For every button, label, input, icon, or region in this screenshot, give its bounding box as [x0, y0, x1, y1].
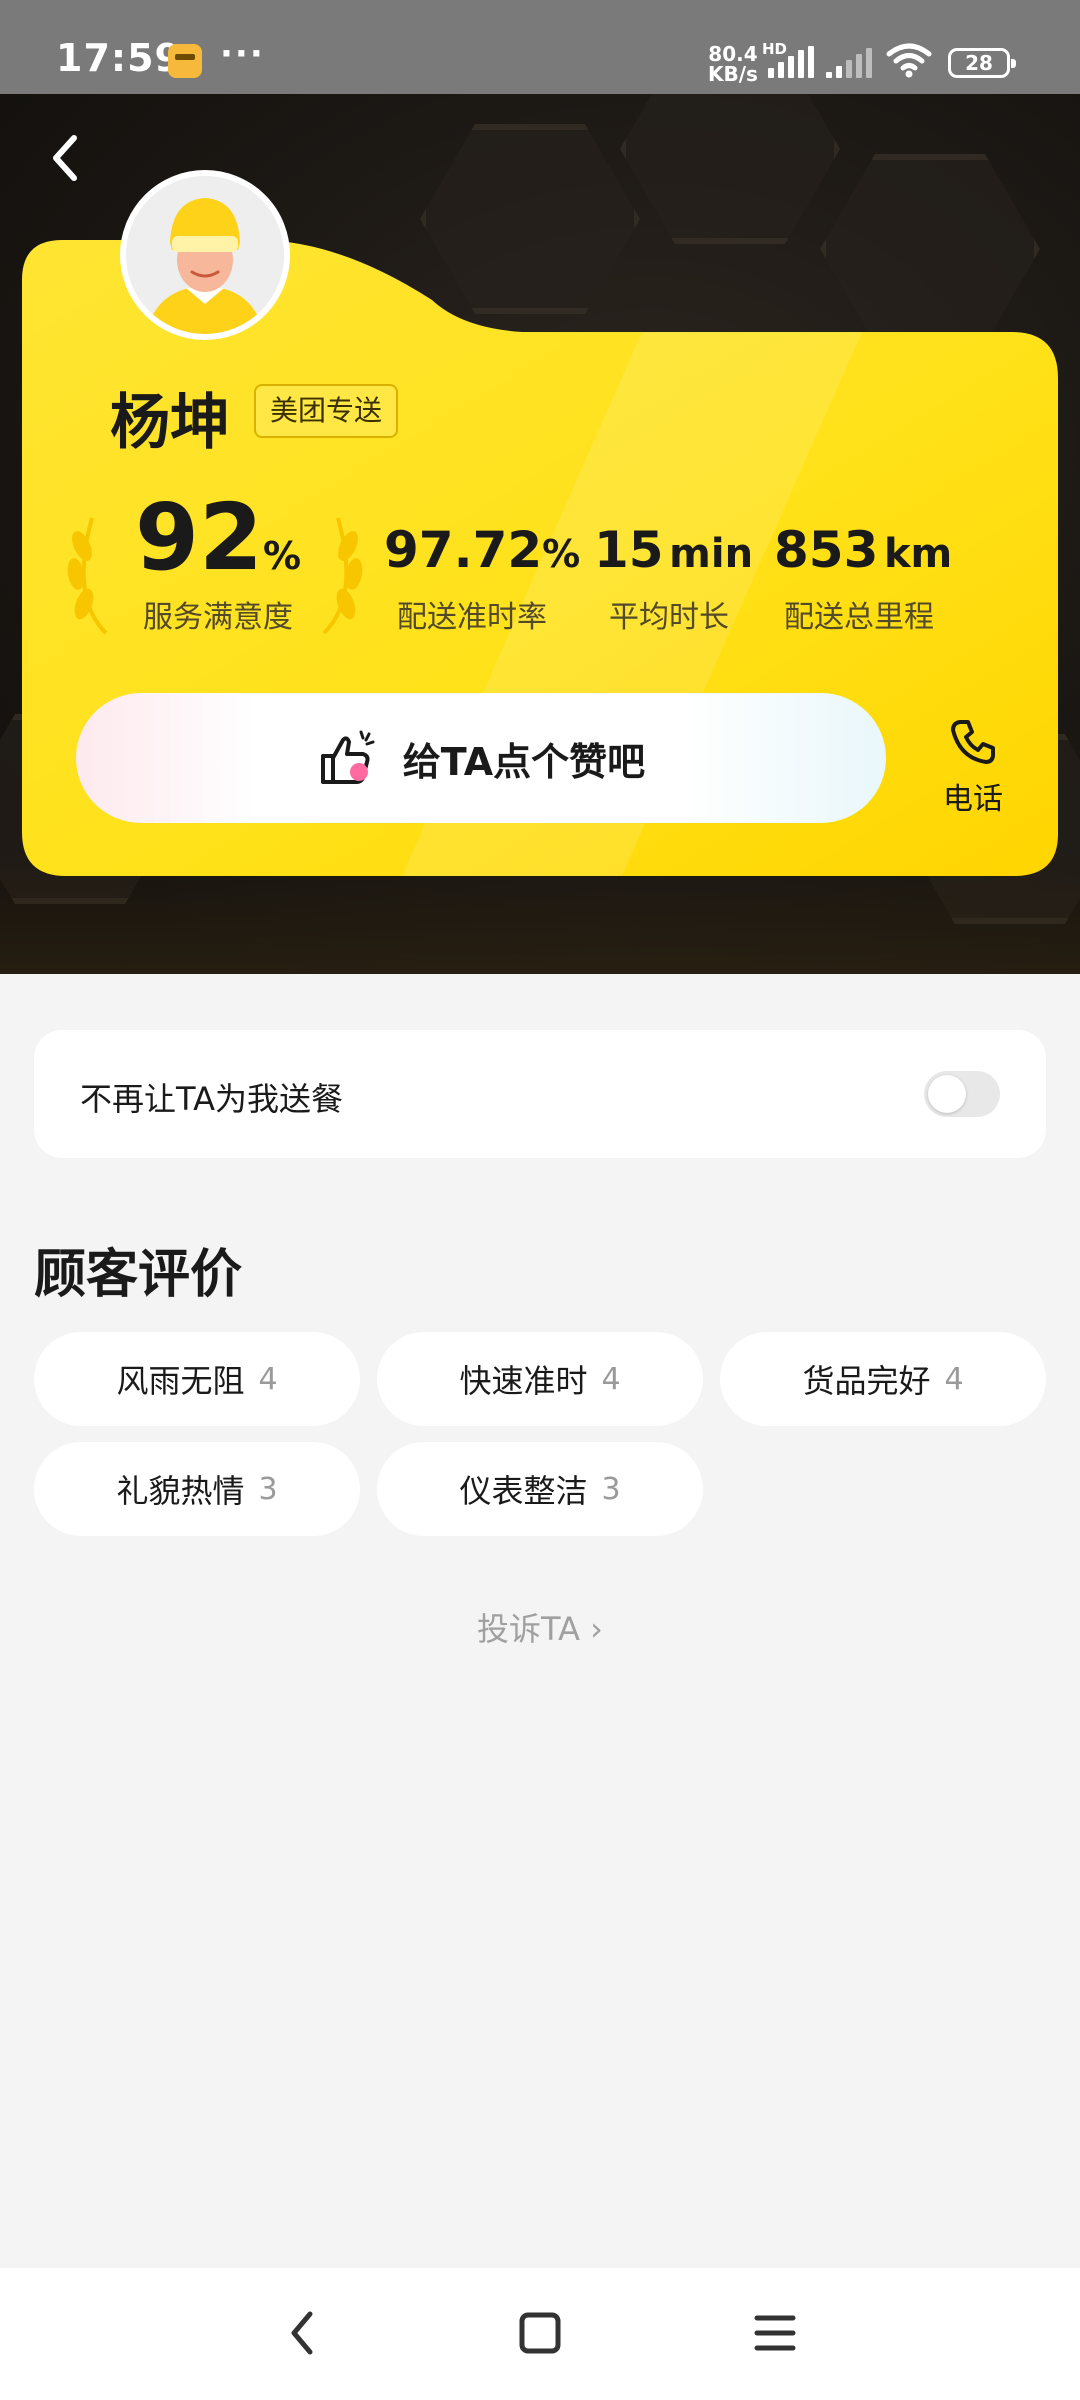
- review-tag-count: 3: [601, 1471, 621, 1507]
- stat-unit: %: [542, 532, 581, 576]
- review-tag-label: 货品完好: [802, 1362, 931, 1400]
- network-speed: 80.4 KB/s: [708, 44, 758, 84]
- review-tag-label: 风雨无阻: [116, 1362, 245, 1400]
- review-tag-count: 4: [601, 1361, 621, 1397]
- rider-profile-page: 17:59 ··· 80.4 KB/s HD 28 杨坤 美团专送 92% 服务…: [0, 0, 1080, 2400]
- block-rider-setting: 不再让TA为我送餐: [34, 1030, 1046, 1158]
- stat-total-distance: 853 km 配送总里程: [774, 514, 952, 636]
- stat-label: 配送准时率: [397, 600, 547, 635]
- rider-name: 杨坤: [110, 388, 230, 458]
- complain-link[interactable]: 投诉TA ›: [0, 1604, 1080, 1650]
- system-nav-bar: [0, 2268, 1080, 2400]
- stat-value: 97.72: [384, 521, 543, 579]
- back-icon[interactable]: [38, 128, 98, 188]
- nav-back-icon[interactable]: [268, 2298, 338, 2368]
- review-tag-count: 4: [258, 1361, 278, 1397]
- stat-value: 92: [134, 484, 263, 591]
- avatar: [120, 170, 290, 340]
- rider-avatar-icon: [126, 176, 284, 334]
- review-tag[interactable]: 快速准时 4: [377, 1332, 703, 1426]
- network-speed-unit: KB/s: [708, 62, 758, 86]
- meituan-app-icon: [168, 44, 202, 78]
- review-tag-label: 礼貌热情: [116, 1472, 245, 1510]
- stat-value: 15: [594, 521, 664, 579]
- block-rider-label: 不再让TA为我送餐: [80, 1080, 343, 1118]
- nav-menu-icon[interactable]: [740, 2298, 810, 2368]
- review-tag-count: 3: [258, 1471, 278, 1507]
- status-bar: 17:59 ··· 80.4 KB/s HD 28: [0, 0, 1080, 94]
- wifi-icon: [886, 43, 932, 78]
- stat-value: 853: [774, 521, 879, 579]
- phone-icon: [951, 720, 995, 764]
- review-tag[interactable]: 货品完好 4: [720, 1332, 1046, 1426]
- like-button[interactable]: 给TA点个赞吧: [76, 693, 886, 823]
- delivery-type-badge: 美团专送: [254, 384, 399, 438]
- block-rider-toggle[interactable]: [924, 1071, 1000, 1117]
- network-speed-value: 80.4: [708, 42, 758, 66]
- review-tag-count: 4: [944, 1361, 964, 1397]
- call-button[interactable]: 电话: [928, 716, 1018, 818]
- stat-unit: km: [883, 531, 953, 577]
- review-tag-label: 快速准时: [459, 1362, 588, 1400]
- reviews-title: 顾客评价: [34, 1245, 243, 1305]
- review-tag-label: 仪表整洁: [459, 1472, 588, 1510]
- stat-avg-time: 15 min 平均时长: [594, 514, 753, 636]
- nav-home-icon[interactable]: [505, 2298, 575, 2368]
- more-notifications-icon: ···: [220, 34, 265, 74]
- stat-unit: %: [262, 534, 302, 578]
- stat-satisfaction: 92% 服务满意度: [120, 490, 316, 636]
- laurel-right-icon: [322, 517, 363, 635]
- laurel-left-icon: [67, 517, 108, 635]
- status-time: 17:59: [56, 36, 182, 80]
- stat-label: 服务满意度: [143, 600, 293, 635]
- stat-label: 平均时长: [609, 600, 729, 635]
- review-tag[interactable]: 仪表整洁 3: [377, 1442, 703, 1536]
- call-button-label: 电话: [943, 782, 1003, 817]
- review-tag[interactable]: 礼貌热情 3: [34, 1442, 360, 1536]
- thumbs-up-icon: [320, 730, 375, 784]
- signal-2-icon: [826, 46, 872, 78]
- stat-on-time-rate: 97.72% 配送准时率: [384, 514, 580, 636]
- stat-unit: min: [669, 531, 754, 577]
- battery-icon: 28: [948, 48, 1016, 78]
- review-tag[interactable]: 风雨无阻 4: [34, 1332, 360, 1426]
- like-button-label: 给TA点个赞吧: [402, 739, 646, 784]
- stat-label: 配送总里程: [784, 600, 934, 635]
- signal-icon: [768, 46, 814, 78]
